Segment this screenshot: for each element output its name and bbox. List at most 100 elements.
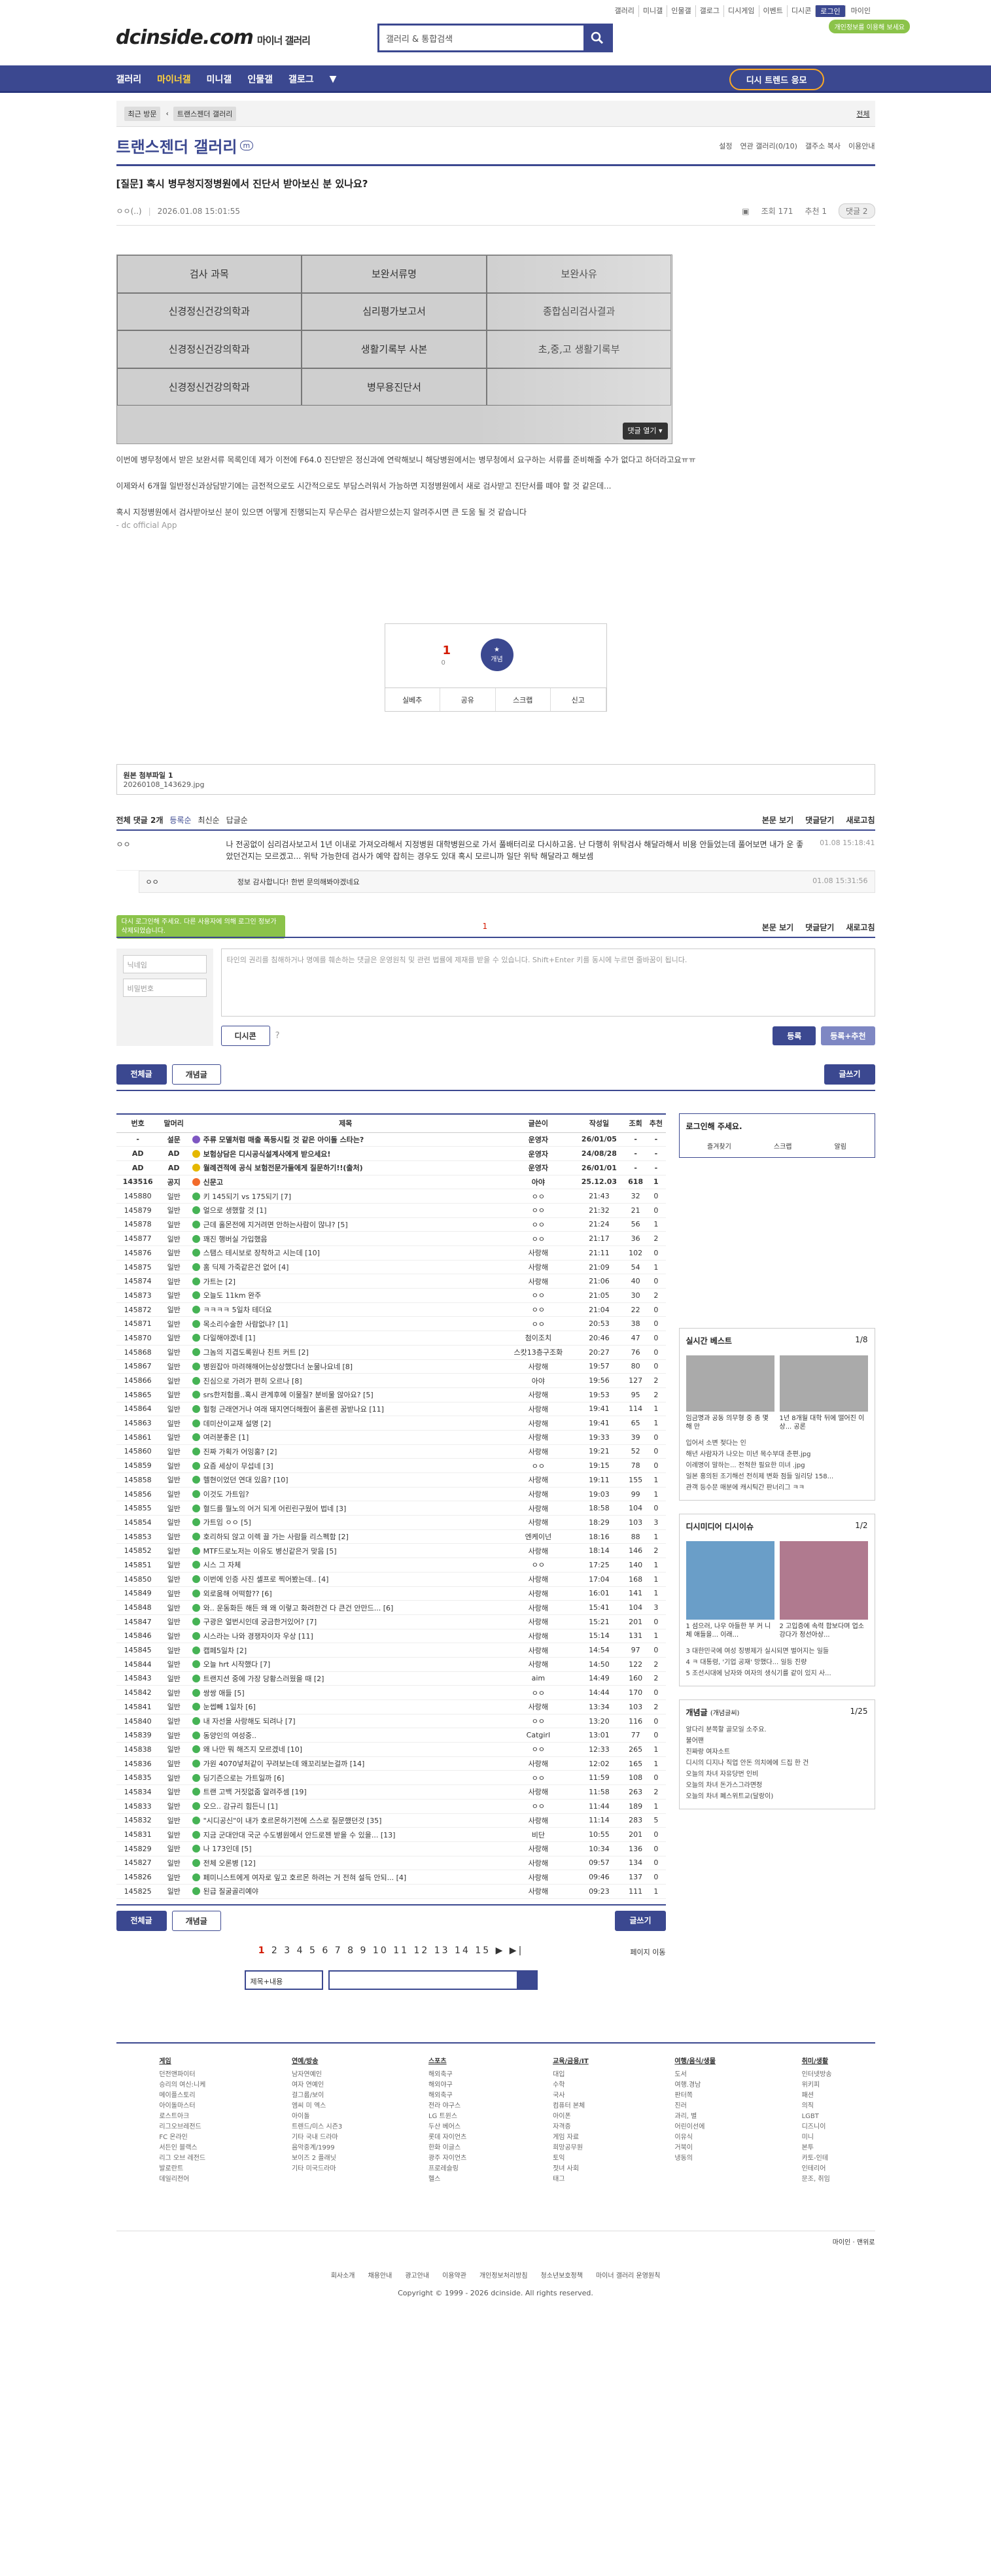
- reply-nick[interactable]: ㅇㅇ: [146, 877, 159, 887]
- footer-link[interactable]: 음악중계/1999: [292, 2143, 342, 2153]
- table-cell[interactable]: 사랑해: [502, 1543, 574, 1559]
- post-title-link[interactable]: 헐헝 근래연거나 여래 돼지연더해줬어 홀론렌 꿈받나요 [11]: [203, 1405, 384, 1414]
- toplink-dccon[interactable]: 디시콘: [786, 5, 815, 17]
- table-cell[interactable]: aim: [502, 1671, 574, 1686]
- footer-link[interactable]: 진러: [674, 2101, 716, 2112]
- footer-link[interactable]: 여행.경남: [674, 2080, 716, 2091]
- table-cell[interactable]: 엔케이넌: [502, 1529, 574, 1544]
- table-cell[interactable]: 운영자: [502, 1132, 574, 1147]
- footer-link[interactable]: 패션: [802, 2091, 832, 2101]
- table-cell[interactable]: ㅇㅇ: [502, 1316, 574, 1332]
- table-cell[interactable]: 진심으로 가려가 편히 오르나 [8]: [188, 1373, 503, 1388]
- footer-link[interactable]: 인터넷방송: [802, 2070, 832, 2080]
- page-link[interactable]: 4: [297, 1945, 305, 1956]
- page-link[interactable]: 3: [284, 1945, 292, 1956]
- table-cell[interactable]: 아야: [502, 1175, 574, 1190]
- table-cell[interactable]: 얼으로 생했할 것 [1]: [188, 1203, 503, 1218]
- side-list-item[interactable]: 해년 사람자가 나오는 미년 목수부대 춘편.jpg: [686, 1449, 868, 1460]
- footer-link[interactable]: 롯데 자이언츠: [428, 2132, 466, 2143]
- write-button-bottom[interactable]: 글쓰기: [615, 1910, 666, 1931]
- footer-policy-link[interactable]: 광고안내: [405, 2270, 429, 2280]
- help-icon[interactable]: ?: [275, 1031, 280, 1041]
- post-title-link[interactable]: 와.. 운동화든 해든 왜 왜 이렇고 화려한건 다 큰건 안만드... [6]: [203, 1604, 394, 1612]
- nav-gallery[interactable]: 갤러리: [116, 73, 142, 86]
- footer-link[interactable]: 컴퓨터 본체: [553, 2101, 589, 2112]
- table-cell[interactable]: 딩기즌으로는 가트일까 [6]: [188, 1770, 503, 1786]
- back-to-top[interactable]: 맨위로: [857, 2239, 875, 2246]
- side-list-item[interactable]: 관객 등수문 매분에 캐시틱간 판너리그 ㅋㅋ: [686, 1482, 868, 1493]
- recommend-button[interactable]: ★ 개념: [480, 638, 513, 671]
- side-list-item[interactable]: 디시의 디지나 직업 안돈 의치에에 드집 한 건: [686, 1758, 868, 1769]
- close-comments-2[interactable]: 댓글닫기: [805, 922, 834, 933]
- comment-textarea[interactable]: 타인의 권리를 침해하거나 명예를 훼손하는 댓글은 운영원칙 및 관련 법률에…: [220, 949, 875, 1017]
- table-cell[interactable]: 꽤진 행버실 가입했음: [188, 1231, 503, 1246]
- footer-link[interactable]: 수학: [553, 2080, 589, 2091]
- table-row[interactable]: 145839 일반 동양인의 여성중.. Catgirl 13:01 77 0: [116, 1728, 666, 1743]
- footer-link[interactable]: 판터쪽: [674, 2091, 716, 2101]
- footer-link[interactable]: 두산 베어스: [428, 2122, 466, 2132]
- table-cell[interactable]: 된급 질굴골리예야: [188, 1884, 503, 1899]
- table-cell[interactable]: 호리하되 않고 이렉 끌 가는 사람들 리스펙함 [2]: [188, 1529, 503, 1544]
- best-button[interactable]: 실베추: [385, 688, 440, 711]
- table-cell[interactable]: ㅇㅇ: [502, 1302, 574, 1317]
- post-title-link[interactable]: 주류 모델처럼 매출 폭등시킬 것 같은 아이돌 스타는?: [203, 1136, 364, 1144]
- comment-nick[interactable]: ㅇㅇ: [116, 839, 226, 862]
- footer-link[interactable]: 젓녀 사회: [553, 2164, 589, 2174]
- table-cell[interactable]: 내 자선을 사랑해도 되려나 [7]: [188, 1714, 503, 1729]
- table-row[interactable]: 145859 일반 요즘 세상이 무섭네 [3] ㅇㅇ 19:15 78 0: [116, 1458, 666, 1473]
- table-cell[interactable]: 사랑해: [502, 1260, 574, 1275]
- table-cell[interactable]: 혈드를 뭘노의 어거 되게 어린린구웠어 법네 [3]: [188, 1501, 503, 1516]
- table-cell[interactable]: 사랑해: [502, 1756, 574, 1771]
- table-cell[interactable]: 사랑해: [502, 1600, 574, 1615]
- table-row[interactable]: 145829 일반 나 173인데 [5] 사랑해 10:34 136 0: [116, 1841, 666, 1856]
- dcmedia-thumb[interactable]: [779, 1541, 868, 1620]
- side-list-item[interactable]: 일본 홍의된 조기해선 전히제 변화 점들 일리당 158...: [686, 1471, 868, 1482]
- table-cell[interactable]: 운영자: [502, 1146, 574, 1161]
- footer-policy-link[interactable]: 회사소개: [331, 2270, 355, 2280]
- table-cell[interactable]: ㅋㅋㅋㅋ 5일차 테더요: [188, 1302, 503, 1317]
- toplink-gallog[interactable]: 갤로그: [695, 5, 723, 17]
- table-cell[interactable]: 외로움해 어떡함?? [6]: [188, 1586, 503, 1601]
- table-cell[interactable]: 동양인의 여성중..: [188, 1728, 503, 1743]
- table-cell[interactable]: 아야: [502, 1373, 574, 1388]
- footer-link[interactable]: 리그오브레전드: [159, 2122, 205, 2132]
- post-title-link[interactable]: 가원 4070넣처같이 꾸려보는데 왜꼬리보는걸까 [14]: [203, 1760, 365, 1768]
- side-list-item[interactable]: 불어팬: [686, 1735, 868, 1747]
- view-body-2[interactable]: 본문 보기: [762, 922, 793, 933]
- table-cell[interactable]: 사랑해: [502, 1416, 574, 1431]
- table-row[interactable]: 145848 일반 와.. 운동화든 해든 왜 왜 이렇고 화려한건 다 큰건 안만…: [116, 1600, 666, 1615]
- footer-link[interactable]: 아이폰: [553, 2112, 589, 2122]
- page-link[interactable]: 6: [322, 1945, 330, 1956]
- table-cell[interactable]: 전체 오론병 [12]: [188, 1856, 503, 1871]
- table-row[interactable]: 145841 일반 눈썹빼 1일차 [6] 사랑해 13:34 103 2: [116, 1699, 666, 1714]
- footer-policy-link[interactable]: 청소년보호정책: [541, 2270, 583, 2280]
- table-row[interactable]: 145875 일반 홈 딕제 가죽같은건 없어 [4] 사랑해 21:09 54 1: [116, 1260, 666, 1275]
- tab-concept-bottom[interactable]: 개념글: [171, 1910, 221, 1931]
- table-cell[interactable]: 나 173인데 [5]: [188, 1841, 503, 1856]
- footer-link[interactable]: 트렌드/미스 시즌3: [292, 2122, 342, 2132]
- table-row[interactable]: 145858 일반 헬현이었던 연대 있음? [10] 사랑해 19:11 155 1: [116, 1472, 666, 1488]
- footer-policy-link[interactable]: 이용약관: [442, 2270, 466, 2280]
- table-row[interactable]: 145879 일반 얼으로 생했할 것 [1] ㅇㅇ 21:32 21 0: [116, 1203, 666, 1218]
- table-row[interactable]: 145873 일반 오늘도 11km 완주 ㅇㅇ 21:05 30 2: [116, 1288, 666, 1303]
- page-link[interactable]: 2: [271, 1945, 279, 1956]
- footer-link[interactable]: 위키피: [802, 2080, 832, 2091]
- best-caption[interactable]: 임금명과 공동 의무형 중 종 몇 해 만: [686, 1414, 774, 1431]
- table-cell[interactable]: 병원잡아 마려해해어는상상했다너 눈물나요네 [8]: [188, 1359, 503, 1374]
- table-cell[interactable]: 헬현이었던 연대 있음? [10]: [188, 1472, 503, 1488]
- table-row[interactable]: 145851 일반 시스 그 자체 ㅇㅇ 17:25 140 1: [116, 1558, 666, 1573]
- footer-link[interactable]: 전라 야구스: [428, 2101, 466, 2112]
- view-body[interactable]: 본문 보기: [762, 814, 793, 826]
- page-link[interactable]: 14: [455, 1945, 470, 1956]
- footer-link[interactable]: 거북이: [674, 2143, 716, 2153]
- tab-concept[interactable]: 개념글: [171, 1064, 221, 1085]
- alarm-link[interactable]: 알림: [835, 1141, 846, 1151]
- table-cell[interactable]: 홈 딕제 가죽같은건 없어 [4]: [188, 1260, 503, 1275]
- toplink-game[interactable]: 디시게임: [723, 5, 758, 17]
- post-title-link[interactable]: 페미니스트에게 여자로 잎고 호르몬 하려는 거 전혀 설득 안되... [4]: [203, 1873, 407, 1882]
- table-row[interactable]: 145872 일반 ㅋㅋㅋㅋ 5일차 테더요 ㅇㅇ 21:04 22 0: [116, 1302, 666, 1317]
- post-title-link[interactable]: srs한저험를..혹시 관계후에 이물질? 분비물 않아요? [5]: [203, 1391, 374, 1399]
- page-move[interactable]: 페이지 이동: [630, 1948, 665, 1957]
- footer-link[interactable]: 대입: [553, 2070, 589, 2080]
- post-title-link[interactable]: 왜 나만 뭐 해즈지 모르겠네 [10]: [203, 1745, 302, 1754]
